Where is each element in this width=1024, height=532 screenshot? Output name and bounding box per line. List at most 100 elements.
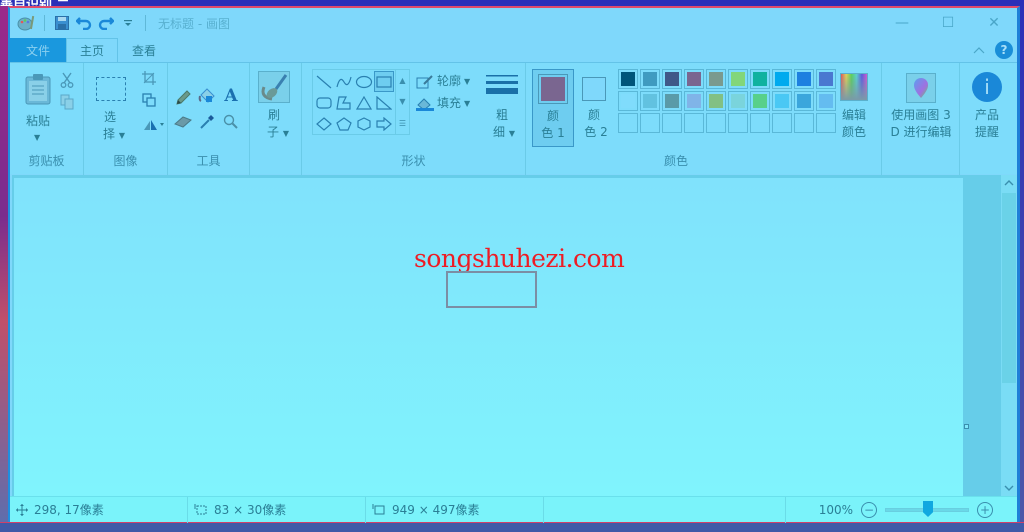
shape-polygon-icon[interactable] — [334, 92, 354, 113]
shape-arrow-icon[interactable] — [374, 113, 394, 134]
shape-oval-icon[interactable] — [354, 71, 374, 92]
selection-icon — [96, 77, 126, 101]
size-label-2: 细 — [493, 125, 506, 139]
product-alert-button[interactable]: i 产品 提醒 — [960, 69, 1016, 149]
shape-line-icon[interactable] — [314, 71, 334, 92]
palette-custom-slot[interactable] — [794, 113, 814, 133]
size-button[interactable]: 粗 细 ▼ — [482, 71, 522, 151]
redo-icon[interactable] — [95, 12, 117, 34]
select-button[interactable]: 选 择 ▼ — [92, 71, 132, 151]
canvas-resize-handle[interactable] — [964, 424, 969, 429]
magnifier-icon[interactable] — [222, 113, 240, 131]
help-icon[interactable]: ? — [995, 41, 1013, 59]
swatch-fill — [775, 72, 789, 86]
vertical-scrollbar[interactable] — [1001, 175, 1017, 496]
palette-color-swatch[interactable] — [816, 91, 836, 111]
close-button[interactable]: ✕ — [971, 8, 1017, 38]
shape-rounded-rectangle-icon[interactable] — [314, 92, 334, 113]
paint3d-label-1: 使用画图 3 — [891, 108, 951, 122]
paint-app-icon[interactable] — [16, 12, 38, 34]
zoom-in-button[interactable]: + — [977, 502, 993, 518]
customize-quick-access-icon[interactable] — [117, 12, 139, 34]
minimize-button[interactable]: — — [879, 8, 925, 38]
fill-button[interactable]: 填充 ▼ — [416, 95, 470, 112]
edit-colors-button[interactable]: 编辑 颜色 — [836, 69, 876, 149]
palette-color-swatch[interactable] — [816, 69, 836, 89]
zoom-slider[interactable] — [885, 501, 969, 517]
shape-hexagon-icon[interactable] — [354, 113, 374, 134]
scroll-up-icon[interactable] — [1001, 175, 1017, 191]
drawn-rectangle[interactable] — [446, 271, 537, 308]
rotate-icon[interactable] — [140, 115, 168, 133]
swatch-fill — [753, 94, 767, 108]
palette-custom-slot[interactable] — [706, 113, 726, 133]
scroll-down-icon[interactable] — [1001, 480, 1017, 496]
palette-color-swatch[interactable] — [684, 91, 704, 111]
palette-color-swatch[interactable] — [618, 69, 638, 89]
palette-color-swatch[interactable] — [750, 91, 770, 111]
eraser-icon[interactable] — [174, 113, 192, 131]
maximize-button[interactable]: ☐ — [925, 8, 971, 38]
palette-color-swatch[interactable] — [640, 69, 660, 89]
palette-color-swatch[interactable] — [662, 91, 682, 111]
shape-pentagon-icon[interactable] — [334, 113, 354, 134]
shape-right-triangle-icon[interactable] — [374, 92, 394, 113]
zoom-out-button[interactable]: − — [861, 502, 877, 518]
paste-button[interactable]: 粘贴 ▼ — [20, 71, 60, 153]
drawing-canvas[interactable]: songshuhezi.com — [14, 178, 963, 496]
color-picker-icon[interactable] — [198, 113, 216, 131]
palette-custom-slot[interactable] — [772, 113, 792, 133]
gallery-scroll-down-icon[interactable]: ▼ — [399, 97, 405, 106]
palette-custom-slot[interactable] — [684, 113, 704, 133]
outline-button[interactable]: 轮廓 ▼ — [416, 73, 470, 90]
brushes-button[interactable]: 刷 子 ▼ — [256, 69, 296, 149]
palette-color-swatch[interactable] — [772, 91, 792, 111]
swatch-fill — [775, 94, 789, 108]
pencil-icon[interactable] — [174, 89, 192, 107]
palette-color-swatch[interactable] — [640, 91, 660, 111]
copy-icon[interactable] — [58, 93, 76, 111]
color2-button[interactable]: 颜 色 2 — [576, 69, 618, 147]
palette-color-swatch[interactable] — [794, 91, 814, 111]
palette-custom-slot[interactable] — [640, 113, 660, 133]
crop-icon[interactable] — [140, 69, 158, 87]
shape-curve-icon[interactable] — [334, 71, 354, 92]
palette-color-swatch[interactable] — [662, 69, 682, 89]
palette-color-swatch[interactable] — [728, 91, 748, 111]
collapse-ribbon-icon[interactable] — [973, 44, 985, 57]
palette-color-swatch[interactable] — [772, 69, 792, 89]
resize-icon[interactable] — [140, 91, 158, 109]
palette-custom-slot[interactable] — [618, 113, 638, 133]
edit-with-paint3d-button[interactable]: 使用画图 3 D 进行编辑 — [882, 69, 960, 149]
gallery-scroll-up-icon[interactable]: ▲ — [399, 76, 405, 85]
tab-file[interactable]: 文件 — [10, 38, 66, 62]
color1-button[interactable]: 颜 色 1 — [532, 69, 574, 147]
zoom-slider-thumb[interactable] — [923, 501, 933, 517]
cut-icon[interactable] — [58, 71, 76, 89]
shape-diamond-icon[interactable] — [314, 113, 334, 134]
shape-triangle-icon[interactable] — [354, 92, 374, 113]
palette-custom-slot[interactable] — [662, 113, 682, 133]
tab-home[interactable]: 主页 — [66, 38, 118, 62]
save-icon[interactable] — [51, 12, 73, 34]
fill-bucket-icon[interactable] — [198, 87, 216, 105]
tab-view[interactable]: 查看 — [118, 38, 170, 62]
gallery-expand-icon[interactable]: ☰ — [399, 119, 406, 128]
palette-custom-slot[interactable] — [816, 113, 836, 133]
palette-color-swatch[interactable] — [706, 69, 726, 89]
window-title: 无标题 - 画图 — [158, 16, 230, 31]
palette-color-swatch[interactable] — [728, 69, 748, 89]
palette-color-swatch[interactable] — [684, 69, 704, 89]
palette-color-swatch[interactable] — [706, 91, 726, 111]
text-tool-icon[interactable]: A — [222, 86, 240, 106]
palette-color-swatch[interactable] — [618, 91, 638, 111]
palette-color-swatch[interactable] — [794, 69, 814, 89]
swatch-fill — [709, 94, 723, 108]
shape-rectangle-icon[interactable] — [374, 71, 394, 92]
undo-icon[interactable] — [73, 12, 95, 34]
palette-custom-slot[interactable] — [728, 113, 748, 133]
palette-color-swatch[interactable] — [750, 69, 770, 89]
scrollbar-thumb[interactable] — [1002, 193, 1016, 383]
palette-custom-slot[interactable] — [750, 113, 770, 133]
line-size-icon — [486, 75, 518, 94]
